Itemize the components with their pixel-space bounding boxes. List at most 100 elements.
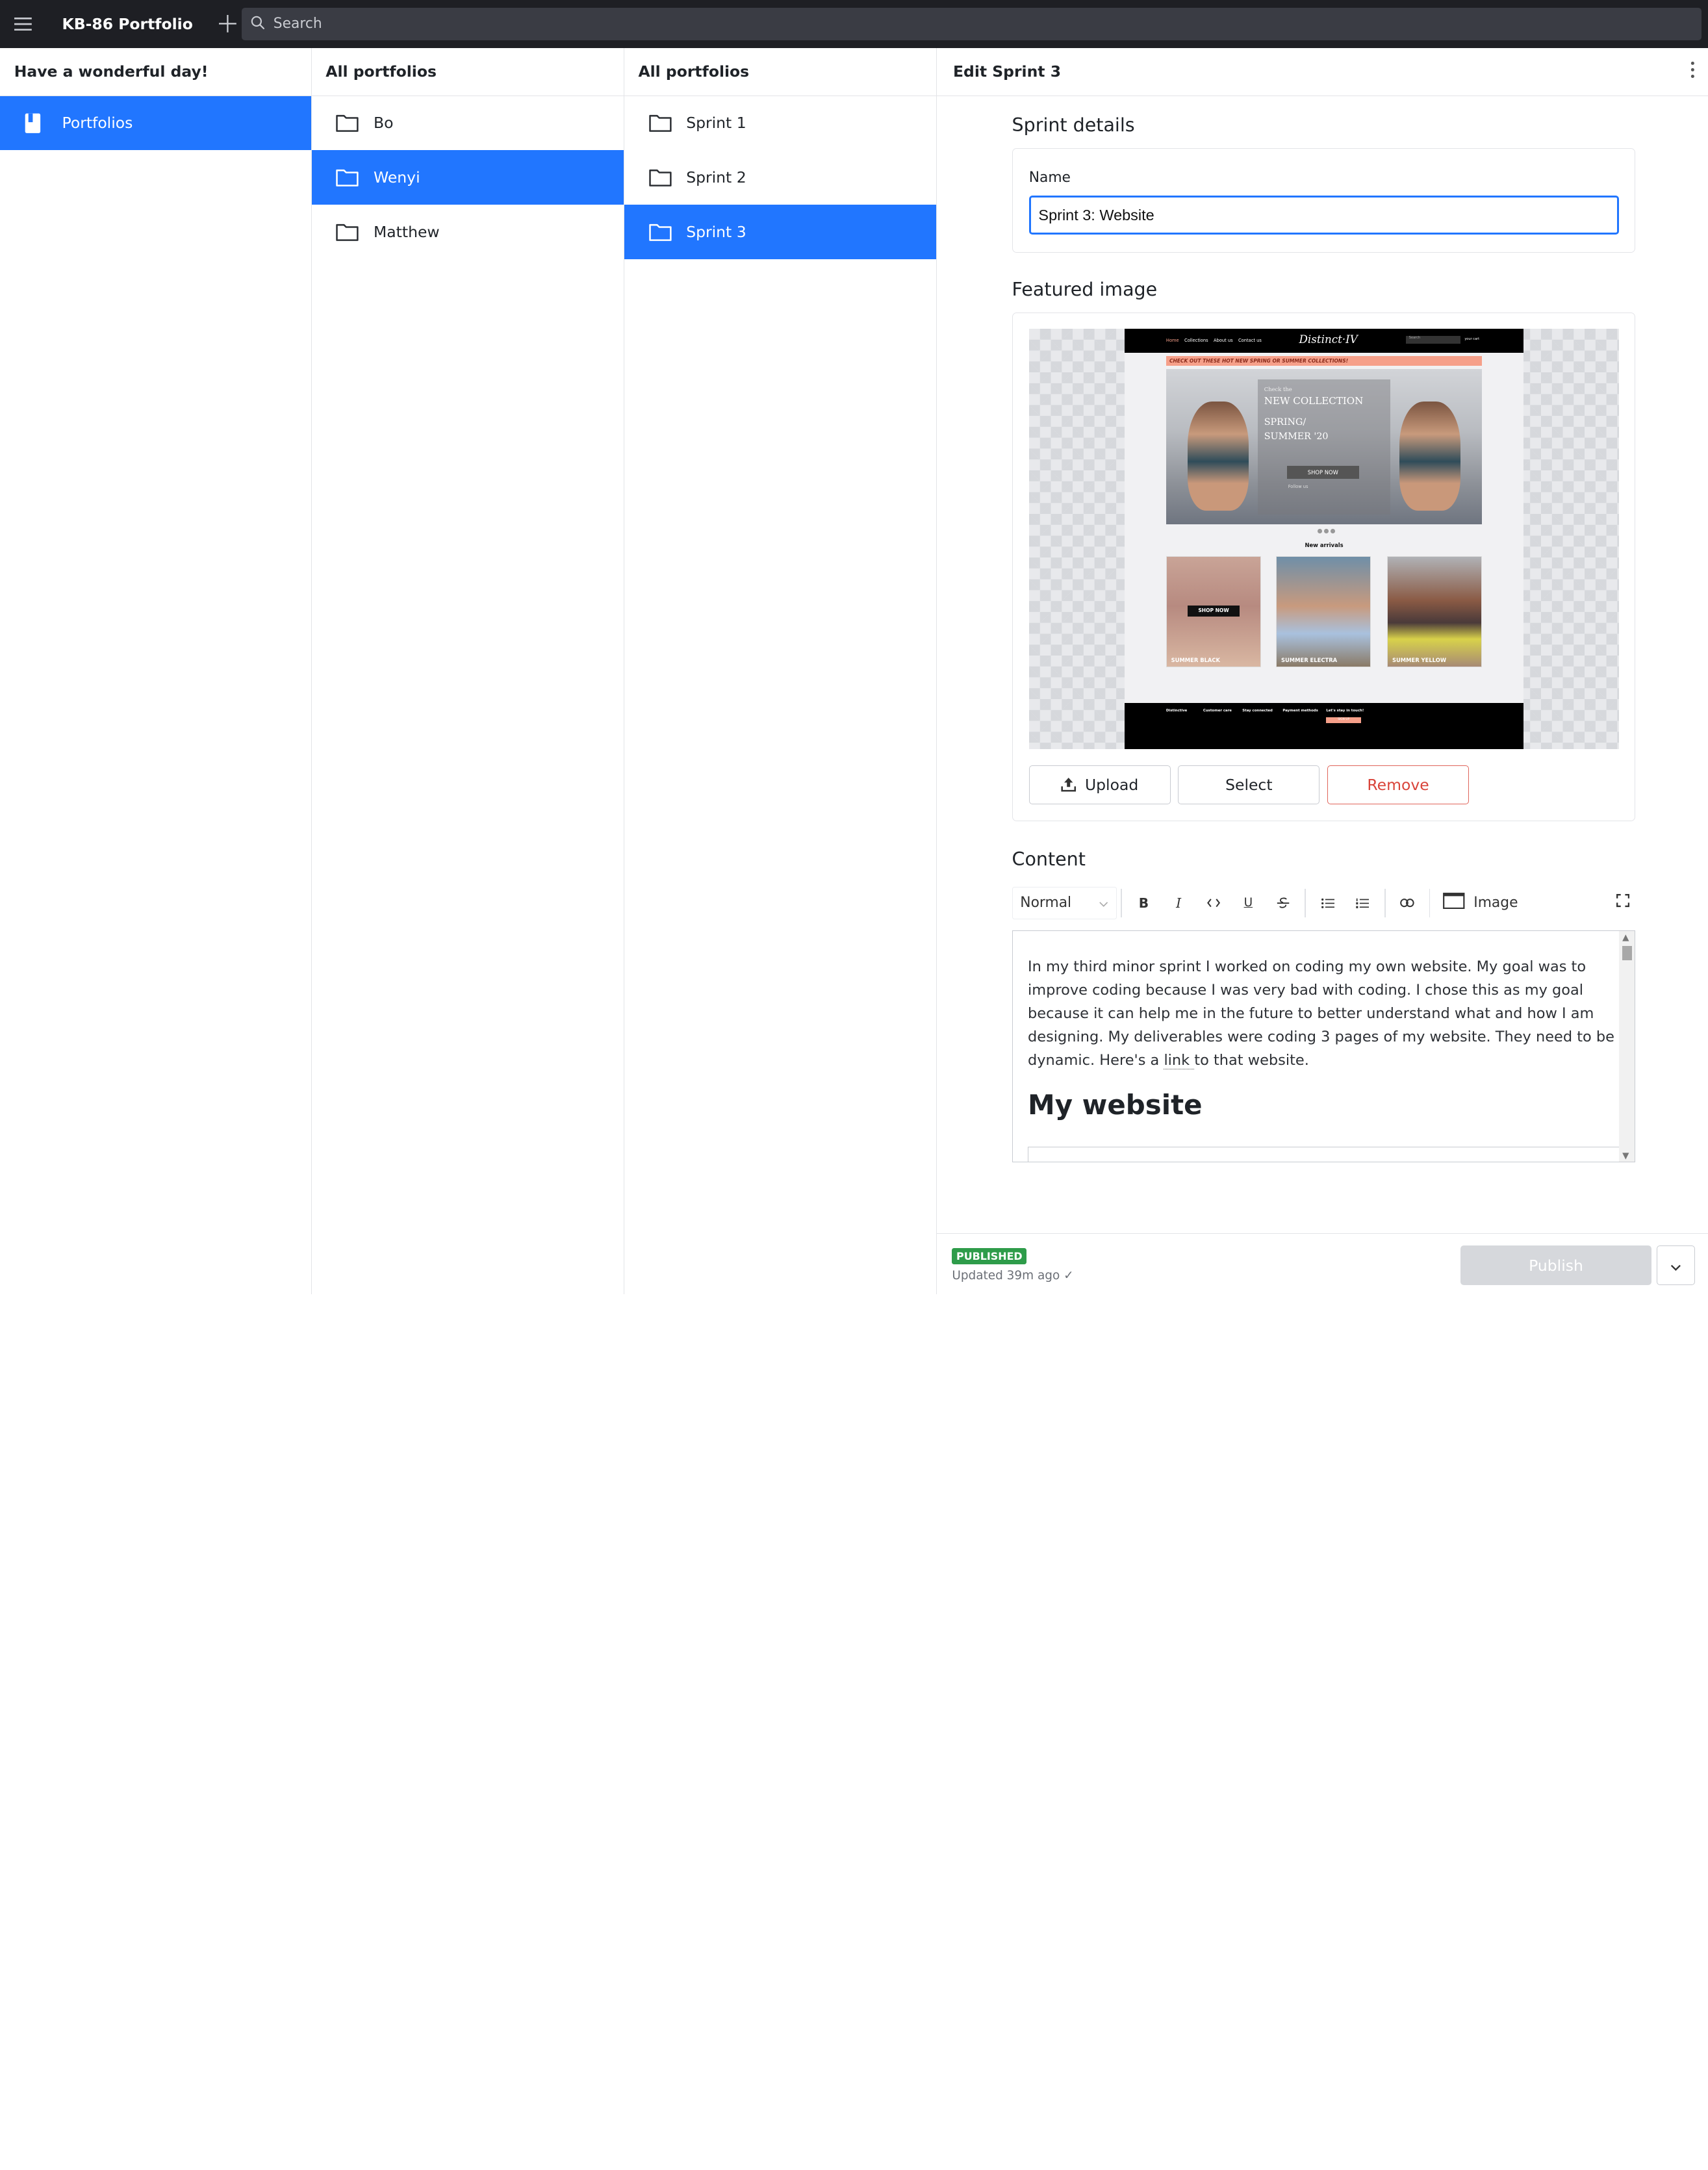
editor-toolbar: Normal B I U Image — [1012, 882, 1635, 924]
bold-icon[interactable]: B — [1127, 887, 1162, 919]
image-label: Image — [1473, 895, 1518, 912]
folder-icon — [648, 166, 672, 190]
preview-nav-link: Collections — [1184, 338, 1208, 344]
upload-label: Upload — [1084, 776, 1139, 795]
format-value: Normal — [1020, 895, 1072, 912]
portfolio-item-wenyi[interactable]: Wenyi — [311, 150, 624, 205]
content-text: In my third minor sprint I worked on cod… — [1028, 958, 1614, 1069]
folder-icon — [648, 220, 672, 244]
app-root: KB-86 Portfolio Have a wonderful day! Po… — [0, 0, 1708, 1294]
portfolios-pane: All portfolios Bo Wenyi Matthew — [311, 47, 624, 1294]
preview-nav-link: Contact us — [1238, 338, 1262, 344]
portfolio-item-label: Wenyi — [374, 168, 420, 187]
nav-pane: Have a wonderful day! Portfolios — [0, 47, 312, 1294]
chevron-down-icon — [1670, 1255, 1681, 1275]
content-link[interactable]: link — [1164, 1051, 1195, 1069]
greeting: Have a wonderful day! — [0, 48, 311, 96]
footer-col-title: Stay connected — [1242, 708, 1273, 713]
rich-text-editor[interactable]: In my third minor sprint I worked on cod… — [1012, 930, 1635, 1162]
app-title: KB-86 Portfolio — [62, 14, 193, 33]
preview-arrivals: New arrivals — [1305, 542, 1344, 549]
product-shop-button: SHOP NOW — [1187, 606, 1240, 617]
italic-icon[interactable]: I — [1161, 887, 1196, 919]
portfolio-item-label: Bo — [374, 114, 394, 133]
status-badge: PUBLISHED — [952, 1247, 1027, 1265]
numbered-list-icon[interactable] — [1345, 887, 1381, 919]
website-screenshot: Home Collections About us Contact us Dis… — [1125, 328, 1523, 749]
product-card: SHOP NOW SUMMER BLACK — [1166, 556, 1261, 668]
editor-title: Edit Sprint 3 — [953, 62, 1062, 81]
preview-hero: Check the NEW COLLECTION SPRING/ SUMMER … — [1166, 368, 1483, 525]
sprint-item-label: Sprint 1 — [686, 114, 746, 133]
sprint-item-3[interactable]: Sprint 3 — [624, 205, 936, 260]
preview-search: Search — [1405, 336, 1460, 344]
carousel-dots — [1317, 529, 1335, 533]
search-input[interactable] — [273, 16, 1690, 32]
publish-menu-button[interactable] — [1657, 1245, 1695, 1285]
publish-button[interactable]: Publish — [1460, 1245, 1651, 1285]
sprints-pane-title: All portfolios — [624, 48, 936, 96]
upload-icon — [1061, 778, 1077, 792]
insert-image-button[interactable]: Image — [1443, 893, 1518, 913]
portfolio-item-matthew[interactable]: Matthew — [312, 205, 624, 259]
scroll-up-icon[interactable]: ▲ — [1622, 933, 1629, 943]
link-icon[interactable] — [1390, 887, 1425, 919]
code-icon[interactable] — [1196, 887, 1231, 919]
content-paragraph: In my third minor sprint I worked on cod… — [1028, 955, 1622, 1072]
name-field[interactable] — [1028, 196, 1620, 235]
product-label: SUMMER YELLOW — [1392, 657, 1447, 664]
preview-nav: Home Collections About us Contact us Dis… — [1125, 328, 1523, 353]
hero-panel: Check the NEW COLLECTION SPRING/ SUMMER … — [1257, 379, 1391, 515]
sprint-item-1[interactable]: Sprint 1 — [624, 96, 936, 151]
remove-button[interactable]: Remove — [1327, 765, 1470, 805]
sprint-item-label: Sprint 2 — [686, 168, 746, 187]
portfolio-item-bo[interactable]: Bo — [312, 96, 624, 151]
footer-col-title: Let's stay in touch! — [1326, 708, 1364, 713]
folder-icon — [335, 111, 359, 135]
upload-button[interactable]: Upload — [1028, 765, 1171, 805]
menu-icon[interactable] — [0, 0, 45, 48]
search-box — [242, 7, 1702, 41]
sprint-details-card: Name — [1012, 148, 1635, 253]
hero-subtitle: SPRING/ SUMMER '20 — [1264, 416, 1329, 442]
editor-header: Edit Sprint 3 — [936, 48, 1708, 96]
folder-icon — [335, 166, 359, 190]
format-select[interactable]: Normal — [1012, 886, 1117, 920]
underline-icon[interactable]: U — [1231, 887, 1266, 919]
footer-signup: SIGN UP — [1326, 717, 1362, 723]
strikethrough-icon[interactable] — [1266, 887, 1301, 919]
featured-image-card: Home Collections About us Contact us Dis… — [1012, 313, 1635, 822]
scroll-down-icon[interactable]: ▼ — [1622, 1151, 1629, 1161]
portfolios-pane-title: All portfolios — [311, 48, 624, 96]
hero-follow: Follow us — [1288, 484, 1308, 490]
folder-icon — [335, 220, 359, 244]
select-button[interactable]: Select — [1178, 765, 1320, 805]
scroll-thumb[interactable] — [1622, 946, 1633, 961]
editor-scrollbar[interactable]: ▲ ▼ — [1619, 930, 1635, 1162]
content-embed — [1028, 1146, 1622, 1162]
sprint-details-title: Sprint details — [1012, 114, 1135, 136]
editor-footer: PUBLISHED Updated 39m ago ✓ Publish — [936, 1232, 1708, 1294]
preview-cart: your cart — [1464, 337, 1480, 342]
toolbar-divider — [1121, 889, 1122, 917]
top-bar: KB-86 Portfolio — [0, 0, 1708, 48]
hero-figure-left — [1188, 401, 1249, 511]
toolbar-divider — [1384, 889, 1386, 917]
more-options-icon[interactable] — [1690, 61, 1695, 83]
bullet-list-icon[interactable] — [1310, 887, 1345, 919]
folder-icon — [648, 111, 672, 135]
name-label: Name — [1028, 169, 1071, 186]
sprint-item-2[interactable]: Sprint 2 — [624, 150, 936, 205]
content-heading: My website — [1028, 1088, 1203, 1121]
footer-col-title: Distinctive — [1166, 708, 1188, 713]
sprints-pane: All portfolios Sprint 1 Sprint 2 Sprint … — [624, 47, 937, 1294]
hero-kicker: Check the — [1264, 386, 1292, 393]
fullscreen-icon[interactable] — [1611, 889, 1635, 913]
image-icon — [1443, 893, 1465, 913]
product-card: SUMMER ELECTRA — [1276, 556, 1371, 668]
nav-item-portfolios[interactable]: Portfolios — [0, 96, 311, 151]
preview-nav-link: Home — [1166, 338, 1179, 344]
product-card: SUMMER YELLOW — [1387, 556, 1483, 668]
preview-promo: CHECK OUT THESE HOT NEW SPRING OR SUMMER… — [1166, 355, 1483, 366]
content-title: Content — [1012, 849, 1086, 871]
